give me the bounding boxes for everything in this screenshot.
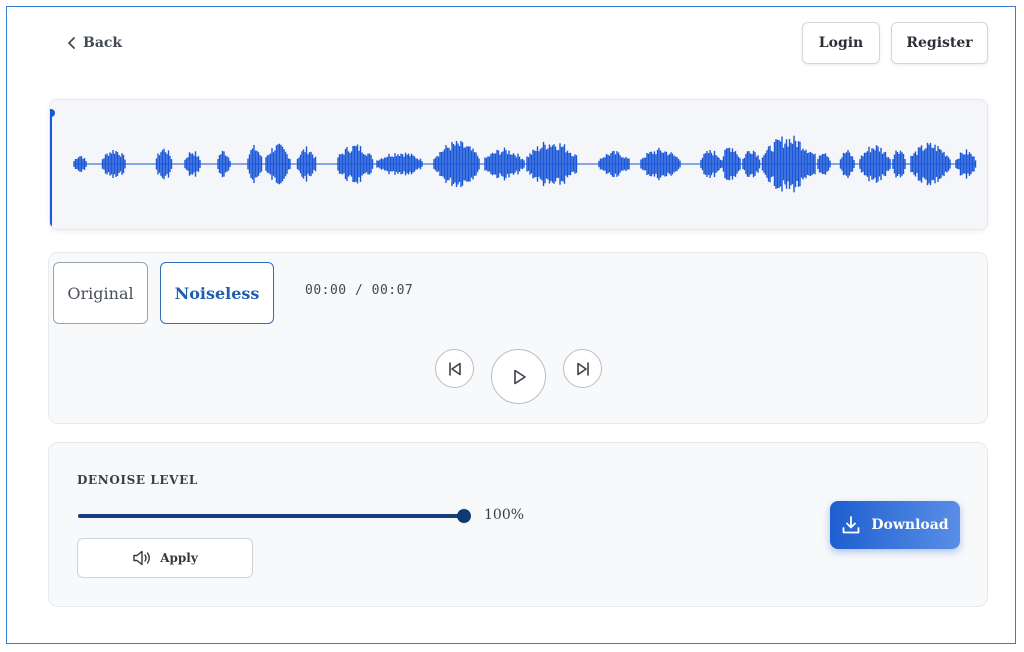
playhead-handle <box>50 109 55 117</box>
download-button[interactable]: Download <box>830 501 960 549</box>
skip-back-icon <box>448 361 461 376</box>
waveform[interactable] <box>50 100 988 230</box>
download-icon <box>842 516 860 534</box>
download-label: Download <box>871 517 949 533</box>
chevron-left-icon <box>68 37 75 49</box>
login-button[interactable]: Login <box>802 22 880 64</box>
player-panel: Original Noiseless 00:00 / 00:07 <box>48 252 988 424</box>
skip-forward-icon <box>576 361 589 376</box>
skip-back-button[interactable] <box>435 349 474 388</box>
back-link[interactable]: Back <box>67 33 122 53</box>
slider-thumb[interactable] <box>457 509 471 523</box>
tab-original[interactable]: Original <box>53 262 148 324</box>
app-frame: Back Login Register Original Noiseless 0… <box>6 6 1016 644</box>
denoise-level-label: DENOISE LEVEL <box>77 473 198 487</box>
back-label: Back <box>83 35 123 51</box>
skip-forward-button[interactable] <box>563 349 602 388</box>
denoise-level-value: 100% <box>484 507 525 523</box>
apply-label: Apply <box>160 551 198 565</box>
speaker-icon <box>133 550 151 566</box>
apply-button[interactable]: Apply <box>77 538 253 578</box>
play-icon <box>513 369 526 384</box>
register-button[interactable]: Register <box>891 22 988 64</box>
slider-fill <box>78 514 464 518</box>
play-button[interactable] <box>491 349 546 404</box>
time-display: 00:00 / 00:07 <box>305 283 414 298</box>
tab-noiseless[interactable]: Noiseless <box>160 262 274 324</box>
denoise-slider[interactable] <box>78 509 471 523</box>
waveform-panel[interactable] <box>49 99 988 230</box>
denoise-panel: DENOISE LEVEL 100% Apply Download <box>48 442 988 607</box>
